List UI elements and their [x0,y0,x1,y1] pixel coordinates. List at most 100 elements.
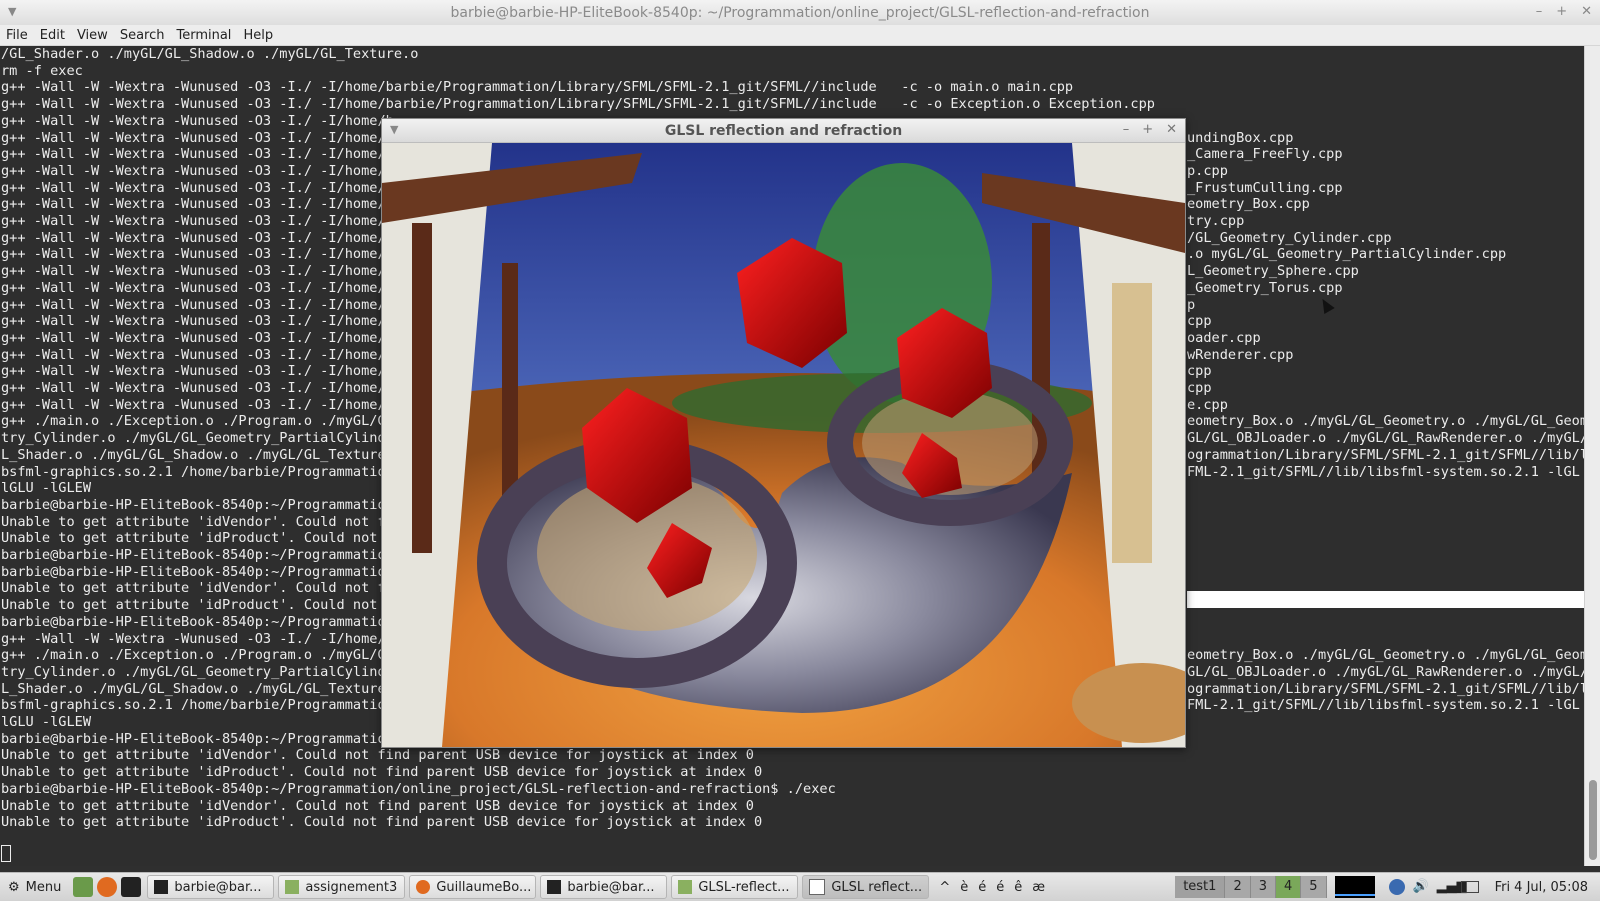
task-glsl-window[interactable]: GLSL reflect... [802,875,930,899]
menu-terminal[interactable]: Terminal [170,28,237,43]
menu-file[interactable]: File [0,28,34,43]
terminal-line: try_Cylinder.o ./myGL/GL_Geometry_Partia… [1,663,394,680]
terminal-line: Unable to get attribute 'idVendor'. Coul… [1,747,754,764]
gear-icon: ⚙ [8,879,20,895]
scrollbar-thumb[interactable] [1589,780,1597,860]
special-characters: ^ è é é ê æ [931,880,1053,895]
shield-icon[interactable] [1388,879,1405,895]
gl-window-title: GLSL reflection and refraction [664,123,903,139]
taskbar: ⚙ Menu barbie@bar... assignement3 Guilla… [0,872,1600,901]
task-assignement3[interactable]: assignement3 [278,875,406,899]
terminal-line: rm -f exec [1,62,83,79]
network-signal-icon[interactable]: ▂▄▆ [1437,879,1467,895]
terminal-line: Unable to get attribute 'idVendor'. Coul… [1,580,394,597]
menu-search[interactable]: Search [114,28,171,43]
terminal-icon [154,880,169,894]
gl-window[interactable]: ▼ GLSL reflection and refraction – + ✕ [381,118,1186,748]
terminal-line-fragment: p [1187,296,1196,313]
terminal-line-fragment: wRenderer.cpp [1187,346,1294,363]
terminal-line: try_Cylinder.o ./myGL/GL_Geometry_Partia… [1,430,394,447]
task-glsl-folder[interactable]: GLSL-reflect... [671,875,799,899]
char-e-acute[interactable]: é [978,880,986,895]
task-label: barbie@bar... [174,879,262,895]
terminal-line-fragment: L_Geometry_Sphere.cpp [1187,263,1359,280]
gl-close-button[interactable]: ✕ [1166,122,1177,137]
terminal-scrollbar[interactable] [1584,46,1600,866]
terminal-line: g++ -Wall -W -Wextra -Wunused -O3 -I./ -… [1,396,394,413]
char-e-grave[interactable]: è [960,880,968,895]
task-label: GLSL-reflect... [698,879,790,895]
render-canvas[interactable] [382,143,1185,747]
terminal-line: lGLU -lGLEW [1,714,92,730]
terminal-line: g++ -Wall -W -Wextra -Wunused -O3 -I./ -… [1,329,394,346]
terminal-line-fragment: GL/GL_OBJLoader.o ./myGL/GL_RawRenderer.… [1187,430,1584,447]
task-label: barbie@bar... [567,879,655,895]
char-e-acute-2[interactable]: é [996,880,1004,895]
maximize-button[interactable]: + [1556,4,1567,19]
terminal-line: g++ -Wall -W -Wextra -Wunused -O3 -I./ -… [1,363,394,380]
gl-window-titlebar[interactable]: ▼ GLSL reflection and refraction – + ✕ [382,119,1185,143]
terminal-launcher-icon[interactable] [121,877,142,897]
terminal-line: g++ ./main.o ./Exception.o ./Program.o .… [1,413,394,430]
terminal-line: Unable to get attribute 'idProduct'. Cou… [1,530,386,547]
menu-view[interactable]: View [71,28,114,43]
terminal-line: g++ -Wall -W -Wextra -Wunused -O3 -I./ -… [1,380,394,396]
clock[interactable]: Fri 4 Jul, 05:08 [1485,880,1600,895]
caret-char[interactable]: ^ [939,880,950,895]
workspace-5[interactable]: 5 [1301,876,1327,898]
char-ae[interactable]: æ [1032,880,1045,895]
terminal-line-fragment: eometry_Box.o ./myGL/GL_Geometry.o ./myG… [1187,647,1584,664]
char-e-circumflex[interactable]: ê [1014,880,1022,895]
workspace-4[interactable]: 4 [1276,876,1302,898]
terminal-line-fragment: FML-2.1_git/SFML//lib/libsfml-system.so.… [1187,463,1584,480]
terminal-line: g++ -Wall -W -Wextra -Wunused -O3 -I./ -… [1,196,394,213]
task-label: GLSL reflect... [831,879,923,895]
terminal-line: Unable to get attribute 'idProduct'. Cou… [1,814,763,831]
minimize-button[interactable]: – [1536,4,1543,19]
terminal-line: L_Shader.o ./myGL/GL_Shadow.o ./myGL/GL_… [1,680,386,697]
terminal-line-fragment: undingBox.cpp [1187,129,1294,146]
terminal-line: g++ -Wall -W -Wextra -Wunused -O3 -I./ -… [1,313,394,330]
terminal-line: g++ -Wall -W -Wextra -Wunused -O3 -I./ -… [1,129,394,146]
gl-maximize-button[interactable]: + [1142,122,1153,137]
terminal-line-fragment: FML-2.1_git/SFML//lib/libsfml-system.so.… [1187,697,1584,714]
close-button[interactable]: ✕ [1581,4,1592,19]
terminal-line: barbie@barbie-HP-EliteBook-8540p:~/Progr… [1,613,394,630]
workspace-3[interactable]: 3 [1250,876,1276,898]
terminal-line-fragment: _Geometry_Torus.cpp [1187,279,1343,296]
terminal-line: barbie@barbie-HP-EliteBook-8540p:~/Progr… [1,780,836,797]
terminal-titlebar[interactable]: ▼ barbie@barbie-HP-EliteBook-8540p: ~/Pr… [0,0,1600,26]
workspace-switcher: test1 2 3 4 5 [1175,876,1327,898]
folder-icon [678,880,693,894]
terminal-line-fragment: cpp [1187,313,1212,330]
terminal-line: g++ -Wall -W -Wextra -Wunused -O3 -I./ -… [1,146,394,163]
terminal-line: lGLU -lGLEW [1,480,92,497]
battery-icon[interactable] [1460,881,1479,893]
terminal-line-fragment: GL/GL_OBJLoader.o ./myGL/GL_RawRenderer.… [1187,663,1584,680]
terminal-line: g++ -Wall -W -Wextra -Wunused -O3 -I./ -… [1,229,394,246]
volume-icon[interactable]: 🔊 [1413,879,1429,895]
workspace-test1[interactable]: test1 [1175,876,1226,898]
task-label: GuillaumeBo... [436,879,532,895]
gl-minimize-button[interactable]: – [1123,122,1130,137]
terminal-line: g++ -Wall -W -Wextra -Wunused -O3 -I./ -… [1,79,1074,96]
window-title: barbie@barbie-HP-EliteBook-8540p: ~/Prog… [450,5,1150,21]
task-label: assignement3 [305,879,398,895]
task-firefox[interactable]: GuillaumeBo... [409,875,537,899]
terminal-line: barbie@barbie-HP-EliteBook-8540p:~/Progr… [1,563,394,580]
terminal-line: L_Shader.o ./myGL/GL_Shadow.o ./myGL/GL_… [1,446,386,463]
firefox-launcher-icon[interactable] [97,877,118,897]
task-terminal-1[interactable]: barbie@bar... [147,875,275,899]
start-menu-button[interactable]: ⚙ Menu [0,880,69,895]
terminal-line-fragment: _FrustumCulling.cpp [1187,179,1343,196]
terminal-line: g++ -Wall -W -Wextra -Wunused -O3 -I./ -… [1,630,394,647]
menu-edit[interactable]: Edit [34,28,71,43]
task-terminal-2[interactable]: barbie@bar... [540,875,668,899]
terminal-line-fragment: e.cpp [1187,396,1228,413]
show-desktop-icon[interactable] [73,877,94,897]
system-monitor-graph[interactable] [1334,876,1375,898]
workspace-2[interactable]: 2 [1225,876,1251,898]
terminal-line: bsfml-graphics.so.2.1 /home/barbie/Progr… [1,697,394,714]
menu-help[interactable]: Help [237,28,279,43]
firefox-icon [416,880,431,894]
